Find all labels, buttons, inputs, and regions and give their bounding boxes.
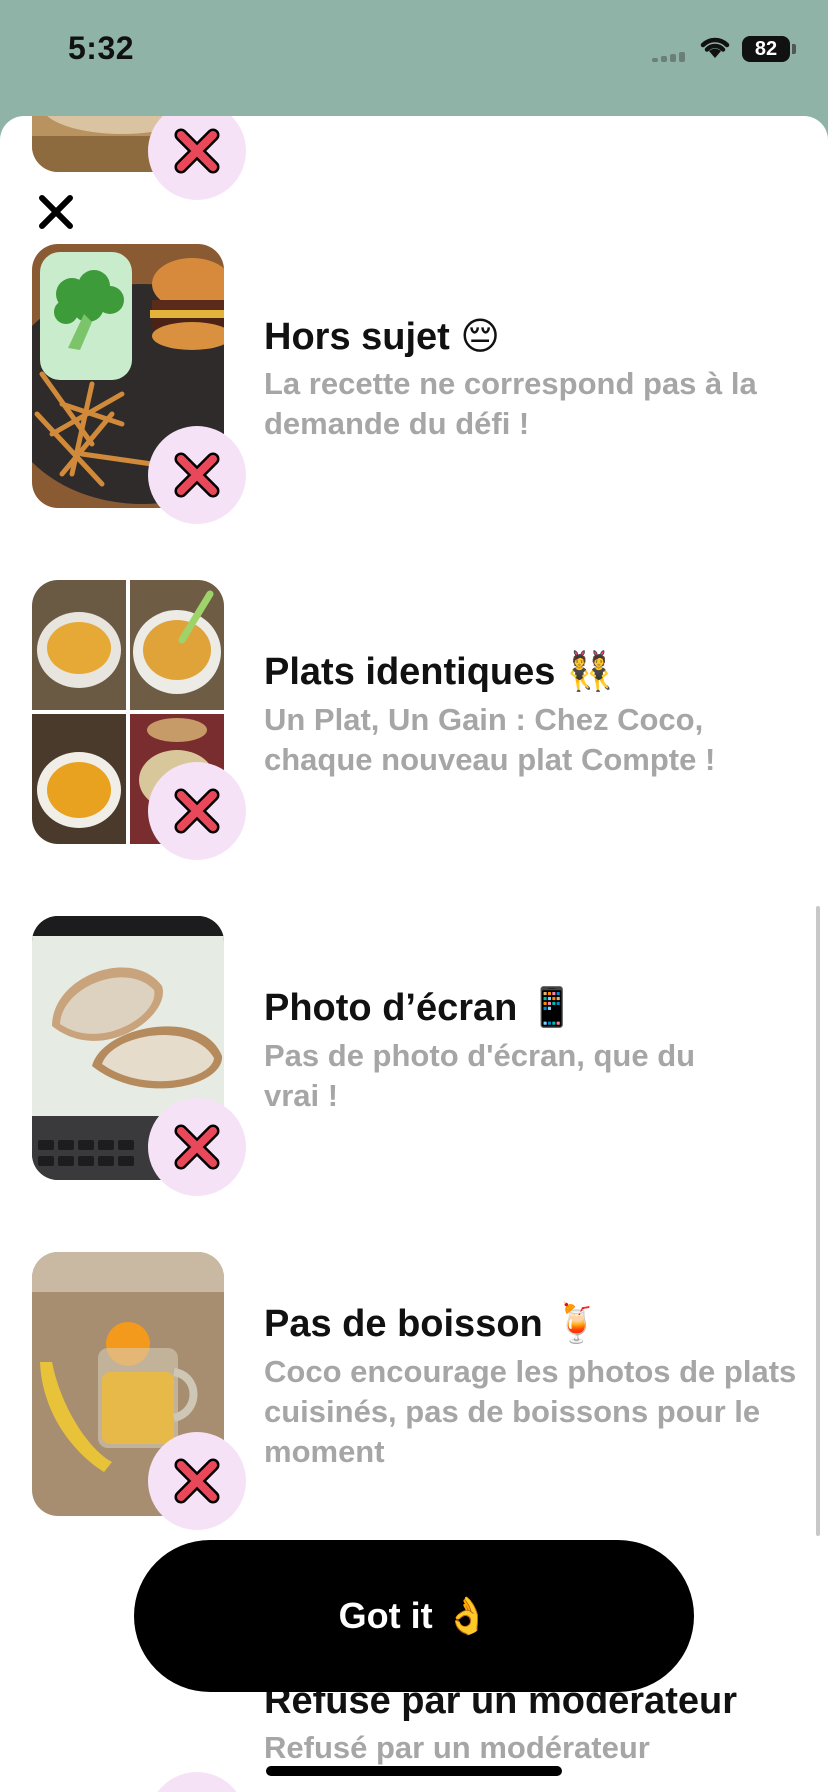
rejected-badge xyxy=(148,762,246,860)
ok-hand-icon: 👌 xyxy=(444,1595,490,1636)
wifi-icon xyxy=(700,37,730,58)
emoji-icon: 🍹 xyxy=(553,1303,601,1345)
item-description: La recette ne correspond pas à la demand… xyxy=(264,366,757,441)
status-bar: 5:32 82 xyxy=(0,0,828,116)
scrollbar[interactable] xyxy=(816,906,820,1536)
rejected-badge xyxy=(148,1432,246,1530)
item-description: Refusé par un modérateur xyxy=(264,1730,650,1765)
battery-icon: 82 xyxy=(742,36,790,62)
rejected-badge xyxy=(148,1772,246,1792)
home-indicator xyxy=(266,1766,562,1776)
battery-tip xyxy=(792,44,796,54)
status-time: 5:32 xyxy=(68,30,135,66)
rejected-badge xyxy=(148,116,246,200)
rejected-badge xyxy=(148,1098,246,1196)
cross-icon xyxy=(174,788,220,834)
item-title: Pas de boisson 🍹 xyxy=(264,1303,601,1345)
emoji-icon: 😔 xyxy=(460,316,501,358)
emoji-icon: 📱 xyxy=(527,987,576,1029)
rejection-reasons-sheet: Hors sujet 😔 La recette ne correspond pa… xyxy=(0,116,828,1792)
emoji-icon: 👯 xyxy=(565,651,614,693)
item-title: Photo d’écran 📱 xyxy=(264,987,576,1029)
item-description: Pas de photo d'écran, que du vrai ! xyxy=(264,1038,696,1113)
cross-icon xyxy=(174,128,220,174)
rejected-badge xyxy=(148,426,246,524)
close-icon[interactable] xyxy=(36,192,76,232)
cross-icon xyxy=(174,1124,220,1170)
cross-icon xyxy=(174,1458,220,1504)
item-description: Un Plat, Un Gain : Chez Coco, chaque nou… xyxy=(264,702,716,777)
cross-icon xyxy=(174,452,220,498)
item-title: Hors sujet 😔 xyxy=(264,316,501,358)
cellular-signal-icon xyxy=(652,52,692,62)
item-title: Plats identiques 👯 xyxy=(264,651,614,693)
got-it-button[interactable]: Got it 👌 xyxy=(134,1540,694,1692)
item-description: Coco encourage les photos de plats cuisi… xyxy=(264,1354,797,1469)
